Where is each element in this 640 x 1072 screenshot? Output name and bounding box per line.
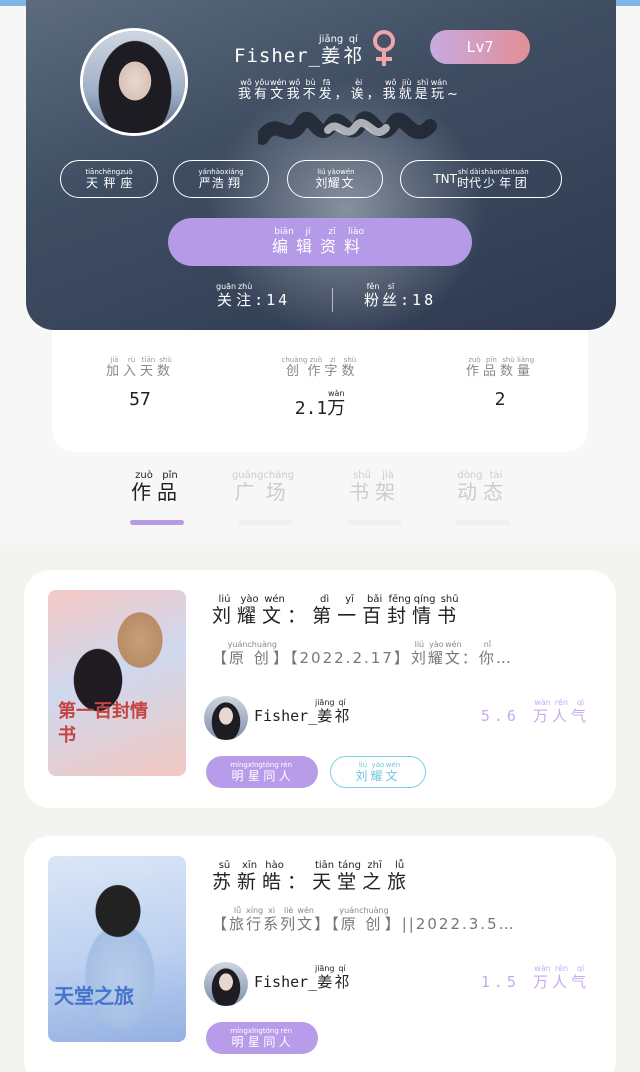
tab-underline bbox=[238, 520, 292, 525]
work-meta: 【旅lǚ行xíng系xì列liè文wén】【原yuán创chuàng】||202… bbox=[212, 906, 516, 933]
stat-value: 2.1万wàn bbox=[294, 389, 346, 419]
cover-title-text: 第一百封情书 bbox=[58, 701, 148, 746]
female-symbol-icon bbox=[373, 30, 395, 66]
tab-works[interactable]: 作zuò品pǐn bbox=[112, 470, 202, 505]
stat-label: 创chuàng作zuò字zì数shù bbox=[281, 356, 359, 379]
profile-tag[interactable]: 刘liú 耀yào 文wén bbox=[287, 160, 383, 198]
avatar[interactable] bbox=[80, 28, 188, 136]
profile-card: Fisher_姜jiāng祁qí Lv7 我wǒ有yǒu文wén我wǒ不bù发f… bbox=[26, 0, 616, 330]
profile-name: Fisher_姜jiāng祁qí bbox=[234, 26, 363, 68]
following-count[interactable]: 关guān注zhù:14 bbox=[216, 282, 290, 310]
follow-divider bbox=[332, 288, 333, 312]
tab-underline bbox=[456, 520, 510, 525]
work-tag-pill[interactable]: 刘liú 耀yào 文wén bbox=[330, 756, 426, 788]
stat-label: 加jiā入rù天tiān数shù bbox=[105, 356, 175, 379]
profile-tag[interactable]: TNT 时shí 代dài 少shào 年nián 团tuán bbox=[400, 160, 562, 198]
work-title[interactable]: 刘liú耀yào文wén：第dì一yī百bǎi封fēng情qíng书shū bbox=[212, 594, 462, 628]
stats-card: 加jiā入rù天tiān数shù 57 创chuàng作zuò字zì数shù 2… bbox=[52, 330, 588, 452]
tab-activity[interactable]: 动dòng态tài bbox=[438, 470, 528, 505]
content-tabs: 作zuò品pǐn 广guǎng场chǎng 书shū架jià 动dòng态tài bbox=[0, 470, 640, 530]
work-cover-image[interactable]: 第一百封情书 bbox=[48, 590, 186, 776]
level-badge[interactable]: Lv7 bbox=[430, 30, 530, 64]
profile-tags: 天tiān 秤chèng 座zuò 严yán 浩hào 翔xiáng 刘liú 耀yào 文wé… bbox=[60, 160, 600, 200]
work-card[interactable]: 第一百封情书 刘liú耀yào文wén：第dì一yī百bǎi封fēng情qíng… bbox=[24, 570, 616, 808]
follow-stats: 关guān注zhù:14 粉fěn丝sī:18 bbox=[26, 282, 616, 316]
work-meta: 【原yuán创chuàng】【2022.2.17】刘liú耀yào文wén：你n… bbox=[212, 640, 513, 667]
tab-underline-active bbox=[130, 520, 184, 525]
author-avatar[interactable] bbox=[204, 696, 248, 740]
author-name[interactable]: Fisher_姜jiāng祁qí bbox=[254, 964, 350, 992]
stat-label: 作zuò品pǐn数shù量liàng bbox=[465, 356, 535, 379]
fans-count[interactable]: 粉fěn丝sī:18 bbox=[364, 282, 436, 310]
cover-title-text: 天堂之旅 bbox=[54, 984, 134, 1008]
tab-bookshelf[interactable]: 书shū架jià bbox=[330, 470, 420, 505]
redacted-scribble bbox=[258, 111, 437, 145]
stat-days-joined: 加jiā入rù天tiān数shù 57 bbox=[60, 356, 220, 410]
work-title[interactable]: 苏sū新xīn皓hào：天tiān堂táng之zhī旅lǚ bbox=[212, 860, 412, 894]
avatar-image bbox=[83, 31, 185, 133]
profile-tag[interactable]: 天tiān 秤chèng 座zuò bbox=[60, 160, 158, 198]
work-card[interactable]: 天堂之旅 苏sū新xīn皓hào：天tiān堂táng之zhī旅lǚ 【旅lǚ行… bbox=[24, 836, 616, 1072]
profile-bio: 我wǒ有yǒu文wén我wǒ不bù发fā，诶èi，我wǒ就jiù是shì玩wán… bbox=[238, 78, 461, 102]
stat-value: 57 bbox=[129, 389, 151, 410]
tab-plaza[interactable]: 广guǎng场chǎng bbox=[218, 470, 308, 505]
stat-work-count: 作zuò品pǐn数shù量liàng 2 bbox=[420, 356, 580, 410]
work-cover-image[interactable]: 天堂之旅 bbox=[48, 856, 186, 1042]
popularity-count: 5.6 万wàn人rén气qì bbox=[480, 698, 590, 725]
author-name[interactable]: Fisher_姜jiāng祁qí bbox=[254, 698, 350, 726]
edit-profile-button[interactable]: 编biān 辑jí 资zī 料liào bbox=[168, 218, 472, 266]
work-tag-pill[interactable]: 明míng 星xīng 同tóng 人rén bbox=[206, 756, 318, 788]
work-tag-pill[interactable]: 明míng 星xīng 同tóng 人rén bbox=[206, 1022, 318, 1054]
stat-value: 2 bbox=[494, 389, 506, 410]
popularity-count: 1.5 万wàn人rén气qì bbox=[480, 964, 590, 991]
tab-underline bbox=[348, 520, 402, 525]
profile-tag[interactable]: 严yán 浩hào 翔xiáng bbox=[173, 160, 269, 198]
stat-word-count: 创chuàng作zuò字zì数shù 2.1万wàn bbox=[240, 356, 400, 420]
profile-name-text: Fisher_姜jiāng祁qí bbox=[234, 34, 364, 67]
author-avatar[interactable] bbox=[204, 962, 248, 1006]
